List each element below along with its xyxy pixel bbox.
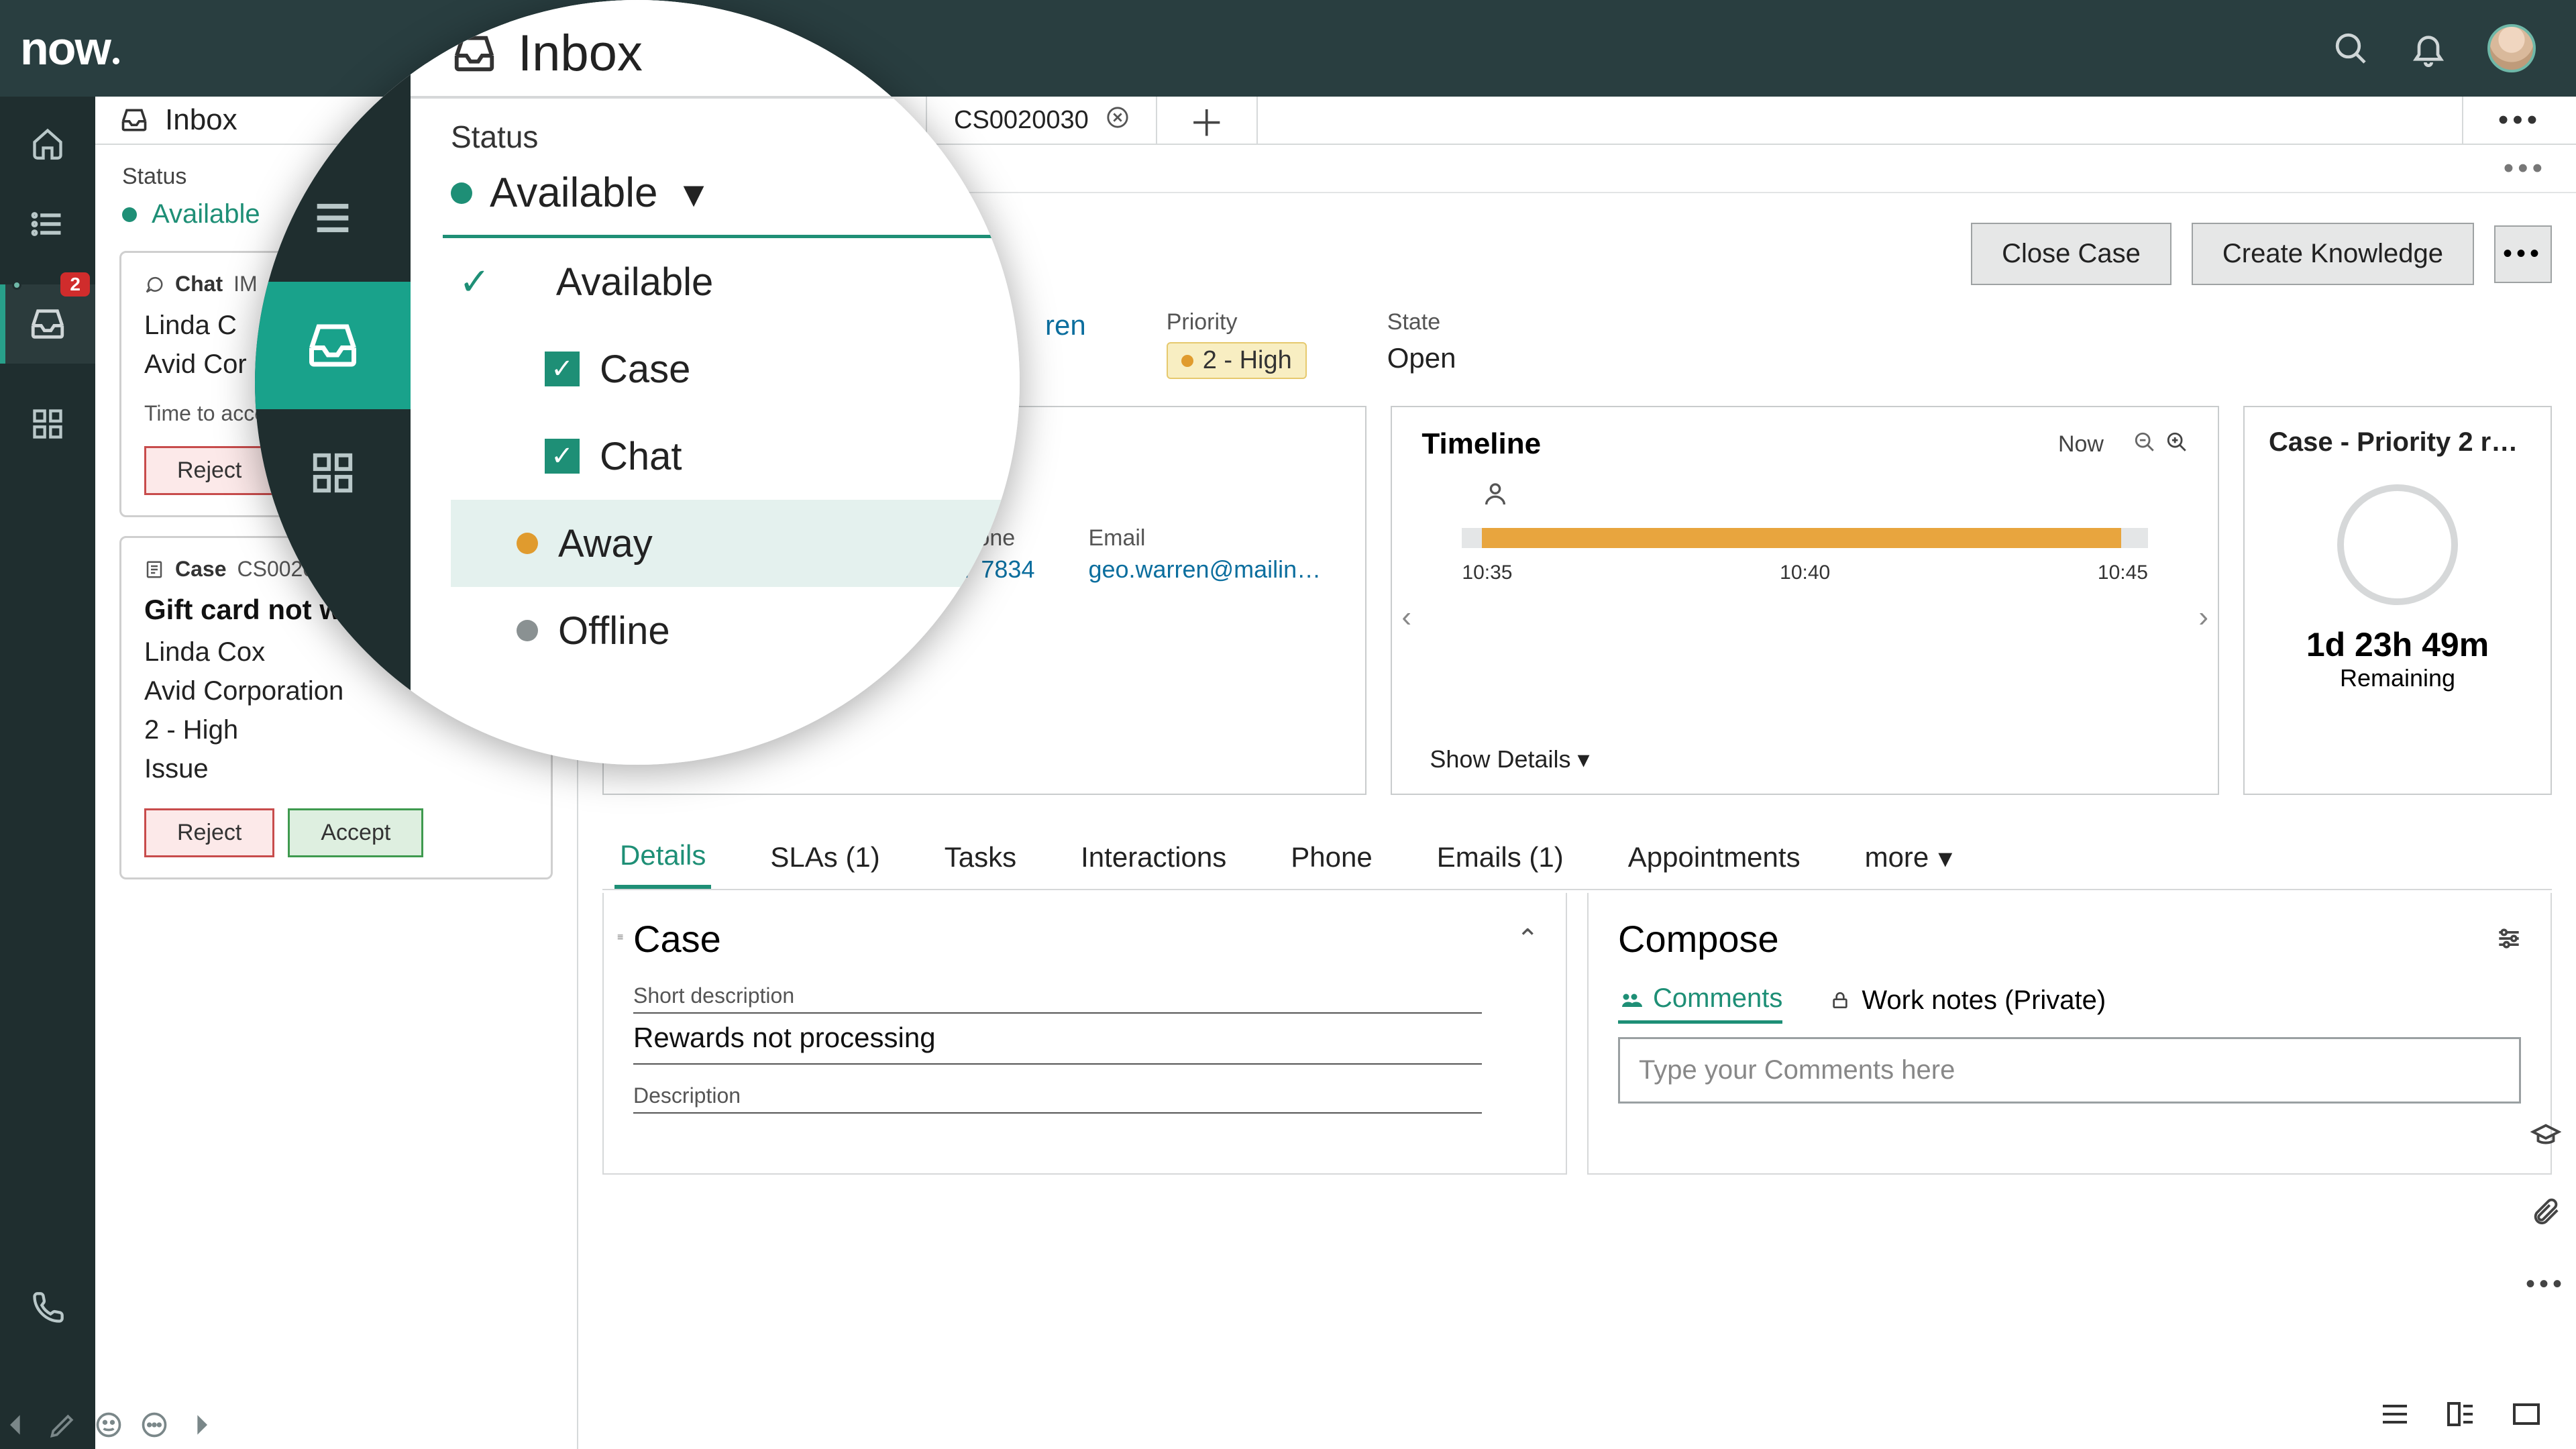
compose-settings-icon[interactable] <box>2494 924 2524 957</box>
reject-button[interactable]: Reject <box>144 808 274 857</box>
left-rail: 2 <box>0 97 95 1449</box>
zoom-rail-grid-icon[interactable] <box>255 409 411 537</box>
tab-details[interactable]: Details <box>614 826 711 889</box>
state-label: State <box>1387 309 1456 335</box>
timeline-next-icon[interactable]: › <box>2198 600 2208 634</box>
email-link[interactable]: geo.warren@mailin… <box>1088 555 1321 584</box>
sla-panel: Case - Priority 2 re… 1d 23h 49m Remaini… <box>2243 406 2552 795</box>
zoom-overlay: Inbox Status Available▾ ✓Available ✓Case… <box>255 0 1020 765</box>
app-logo: now <box>20 25 119 72</box>
collapse-icon[interactable]: ⌃ <box>1516 924 1539 955</box>
pencil-icon[interactable] <box>48 1410 78 1440</box>
drag-handle-icon[interactable]: ≡ <box>617 932 623 944</box>
tab-more[interactable]: more ▾ <box>1860 828 1958 888</box>
accept-button[interactable]: Accept <box>288 808 423 857</box>
tab-emails[interactable]: Emails (1) <box>1432 828 1569 887</box>
status-option-away[interactable]: Away <box>451 500 1020 587</box>
comments-input[interactable]: Type your Comments here <box>1618 1037 2521 1104</box>
compose-section: Compose Comments Work notes (Private) Ty… <box>1587 893 2552 1175</box>
case-more-icon[interactable]: ••• <box>2494 225 2552 283</box>
footer-toolbar <box>3 1410 215 1440</box>
zoom-status-label: Status <box>451 119 1020 155</box>
side-tools: ••• <box>2516 1120 2576 1299</box>
timeline-panel: Timeline Now ‹› 10:35 10:40 10:45 Show D… <box>1391 406 2219 795</box>
case-form-section: ≡ Case ⌃ Short description Rewards not p… <box>602 893 1567 1175</box>
arrow-left-icon[interactable] <box>3 1410 32 1440</box>
view-split-icon[interactable] <box>2445 1398 2477 1430</box>
timeline-prev-icon[interactable]: ‹ <box>1401 600 1411 634</box>
detail-tabs: Details SLAs (1) Tasks Interactions Phon… <box>602 819 2552 890</box>
tab-overflow-icon[interactable]: ••• <box>2462 97 2576 144</box>
case-icon <box>144 559 164 580</box>
view-switcher <box>2379 1398 2542 1430</box>
timeline-bar[interactable] <box>1462 528 2148 548</box>
lock-icon <box>1829 989 1851 1011</box>
tab-tasks[interactable]: Tasks <box>939 828 1022 887</box>
zoom-status-trigger[interactable]: Available▾ <box>451 168 1020 235</box>
zoom-out-icon[interactable] <box>2133 427 2156 461</box>
view-fullscreen-icon[interactable] <box>2510 1398 2542 1430</box>
sidetools-more-icon[interactable]: ••• <box>2526 1269 2566 1299</box>
ellipsis-circle-icon[interactable] <box>140 1410 169 1440</box>
new-tab-button[interactable]: ＋ <box>1157 97 1258 144</box>
close-case-button[interactable]: Close Case <box>1971 223 2171 285</box>
compose-tab-worknotes[interactable]: Work notes (Private) <box>1829 985 2106 1022</box>
status-option-chat[interactable]: ✓Chat <box>451 413 1020 500</box>
status-option-available[interactable]: ✓Available <box>451 238 1020 325</box>
inbox-tray-icon[interactable]: 2 <box>0 284 95 364</box>
inbox-icon <box>451 30 498 77</box>
close-tab-icon[interactable] <box>1106 106 1129 135</box>
create-knowledge-button[interactable]: Create Knowledge <box>2192 223 2474 285</box>
graduation-icon[interactable] <box>2530 1120 2561 1155</box>
arrow-right-icon[interactable] <box>185 1410 215 1440</box>
tab-interactions[interactable]: Interactions <box>1075 828 1232 887</box>
avatar[interactable] <box>2487 24 2536 72</box>
attachment-icon[interactable] <box>2530 1195 2561 1229</box>
person-marker-icon <box>1482 481 1509 511</box>
compose-tab-comments[interactable]: Comments <box>1618 983 1782 1024</box>
bell-icon[interactable] <box>2410 30 2447 67</box>
state-value: Open <box>1387 342 1456 374</box>
home-icon[interactable] <box>28 123 68 164</box>
status-option-case[interactable]: ✓Case <box>451 325 1020 413</box>
tab-slas[interactable]: SLAs (1) <box>765 828 885 887</box>
sla-gauge <box>2337 484 2458 605</box>
zoom-rail-list-icon[interactable] <box>255 154 411 282</box>
zoom-in-icon[interactable] <box>2165 427 2188 461</box>
requester-link[interactable]: ren <box>1045 309 1086 341</box>
zoom-rail-inbox-icon[interactable] <box>255 282 411 409</box>
search-icon[interactable] <box>2332 30 2369 67</box>
tab-appointments[interactable]: Appointments <box>1623 828 1806 887</box>
tab-phone[interactable]: Phone <box>1285 828 1377 887</box>
phone-icon[interactable] <box>28 1288 68 1328</box>
smiley-icon[interactable] <box>94 1410 123 1440</box>
show-details-toggle[interactable]: Show Details ▾ <box>1430 745 1589 773</box>
chat-icon <box>144 274 164 294</box>
subbar-overflow-icon[interactable]: ••• <box>2504 152 2546 185</box>
apps-grid-icon[interactable] <box>28 404 68 444</box>
list-icon[interactable] <box>28 204 68 244</box>
priority-label: Priority <box>1167 309 1307 335</box>
view-list-icon[interactable] <box>2379 1398 2411 1430</box>
status-option-offline[interactable]: Offline <box>451 587 1020 674</box>
short-description-field[interactable]: Rewards not processing <box>633 1018 1482 1065</box>
priority-badge: 2 - High <box>1167 342 1307 379</box>
